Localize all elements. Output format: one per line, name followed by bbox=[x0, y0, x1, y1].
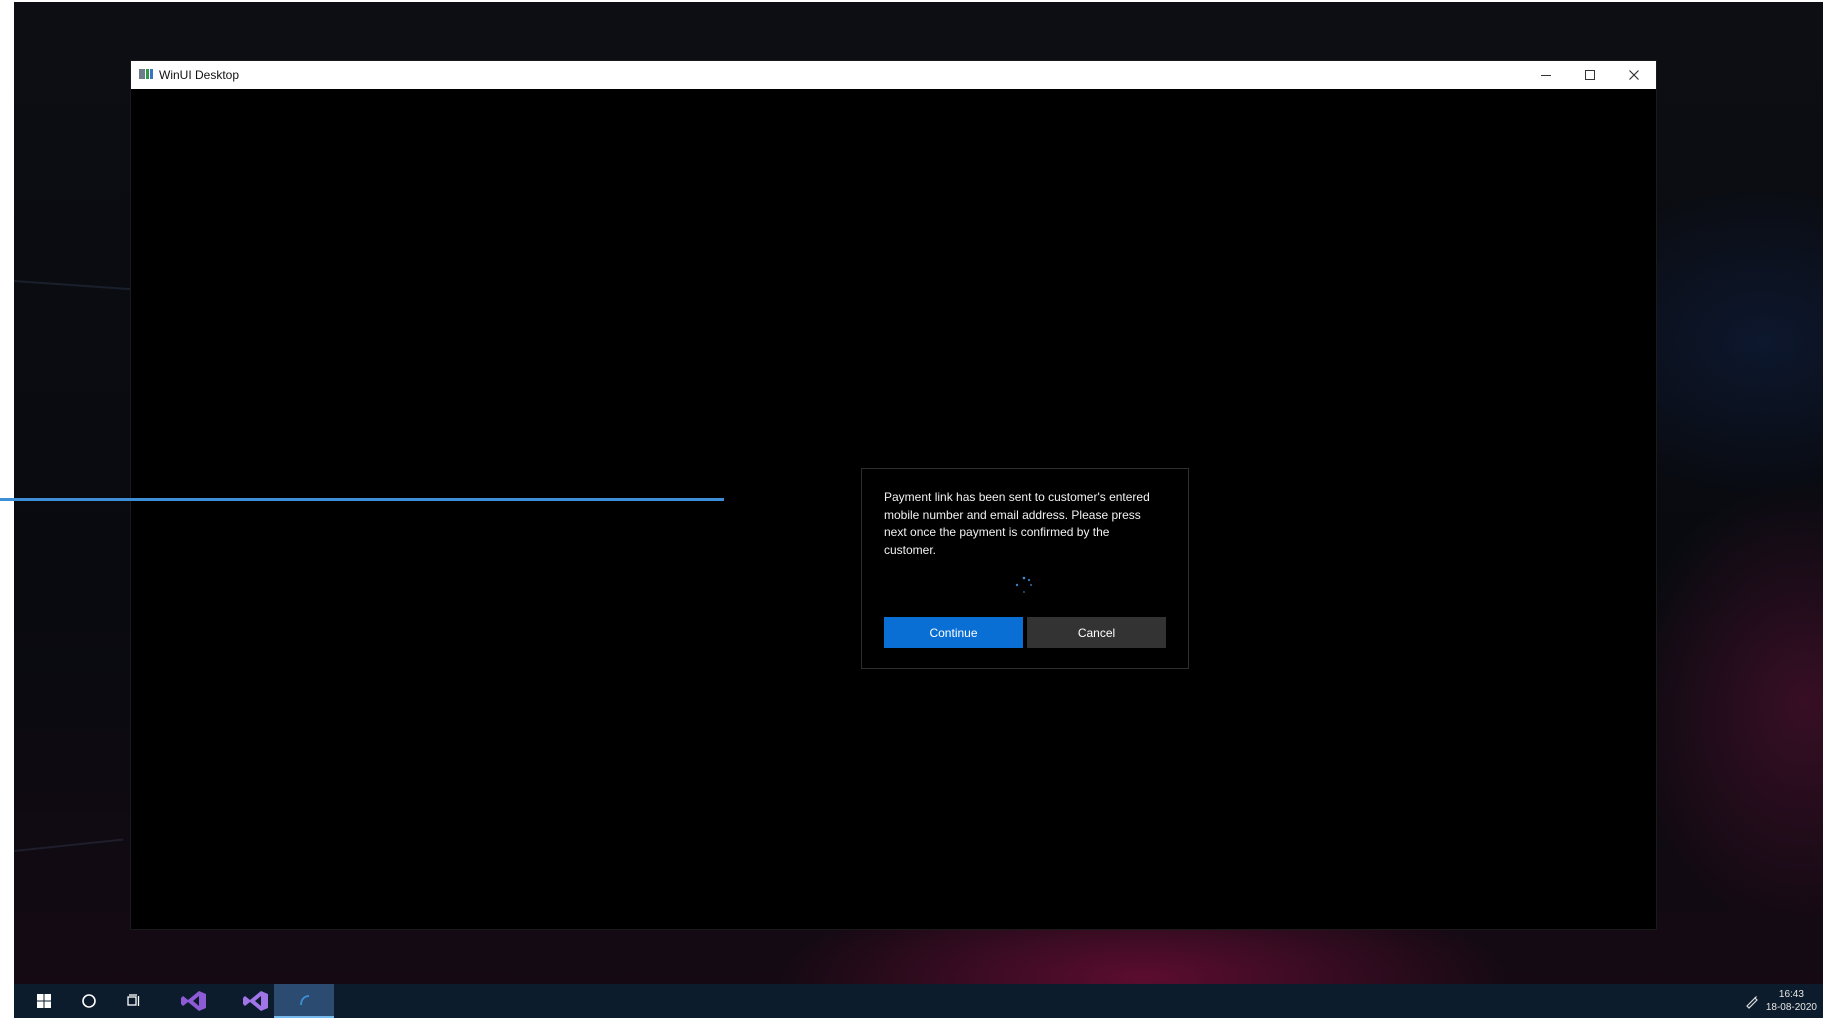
minimize-button[interactable] bbox=[1524, 61, 1568, 89]
tray-clock[interactable]: 16:43 18-08-2020 bbox=[1766, 988, 1817, 1014]
window-titlebar[interactable]: WinUI Desktop bbox=[131, 61, 1656, 89]
taskbar: 16:43 18-08-2020 bbox=[14, 984, 1823, 1018]
window-title: WinUI Desktop bbox=[159, 68, 240, 82]
clock-time: 16:43 bbox=[1778, 989, 1804, 1000]
search-button[interactable] bbox=[69, 984, 109, 1018]
minimize-icon bbox=[1541, 75, 1551, 76]
visual-studio-icon bbox=[181, 991, 206, 1011]
visual-studio-preview-icon bbox=[243, 991, 268, 1011]
start-button[interactable] bbox=[24, 984, 64, 1018]
task-view-button[interactable] bbox=[114, 984, 154, 1018]
maximize-icon bbox=[1585, 70, 1595, 80]
clock-date: 18-08-2020 bbox=[1765, 1002, 1817, 1013]
windows-start-icon bbox=[37, 994, 51, 1008]
wallpaper-streak bbox=[14, 838, 124, 852]
cancel-button[interactable]: Cancel bbox=[1027, 617, 1166, 648]
maximize-button[interactable] bbox=[1568, 61, 1612, 89]
dialog-message: Payment link has been sent to customer's… bbox=[884, 490, 1150, 557]
close-icon bbox=[1629, 70, 1639, 80]
search-circle-icon bbox=[82, 994, 96, 1008]
wallpaper-streak bbox=[14, 280, 134, 291]
loading-spinner-icon bbox=[1015, 576, 1032, 593]
payment-dialog: Payment link has been sent to customer's… bbox=[861, 468, 1189, 669]
active-app-icon bbox=[300, 995, 310, 1006]
app-window: WinUI Desktop Payment link has been sent… bbox=[131, 61, 1656, 929]
indeterminate-progress-line bbox=[0, 498, 724, 501]
app-window-icon bbox=[139, 69, 153, 79]
task-view-icon bbox=[127, 994, 140, 1006]
taskbar-app-active[interactable] bbox=[274, 984, 334, 1018]
tray-pen-button[interactable] bbox=[1737, 984, 1767, 1018]
pen-workspace-icon bbox=[1746, 996, 1758, 1009]
taskbar-app-visual-studio[interactable] bbox=[164, 984, 224, 1018]
close-button[interactable] bbox=[1612, 61, 1656, 89]
continue-button[interactable]: Continue bbox=[884, 617, 1023, 648]
